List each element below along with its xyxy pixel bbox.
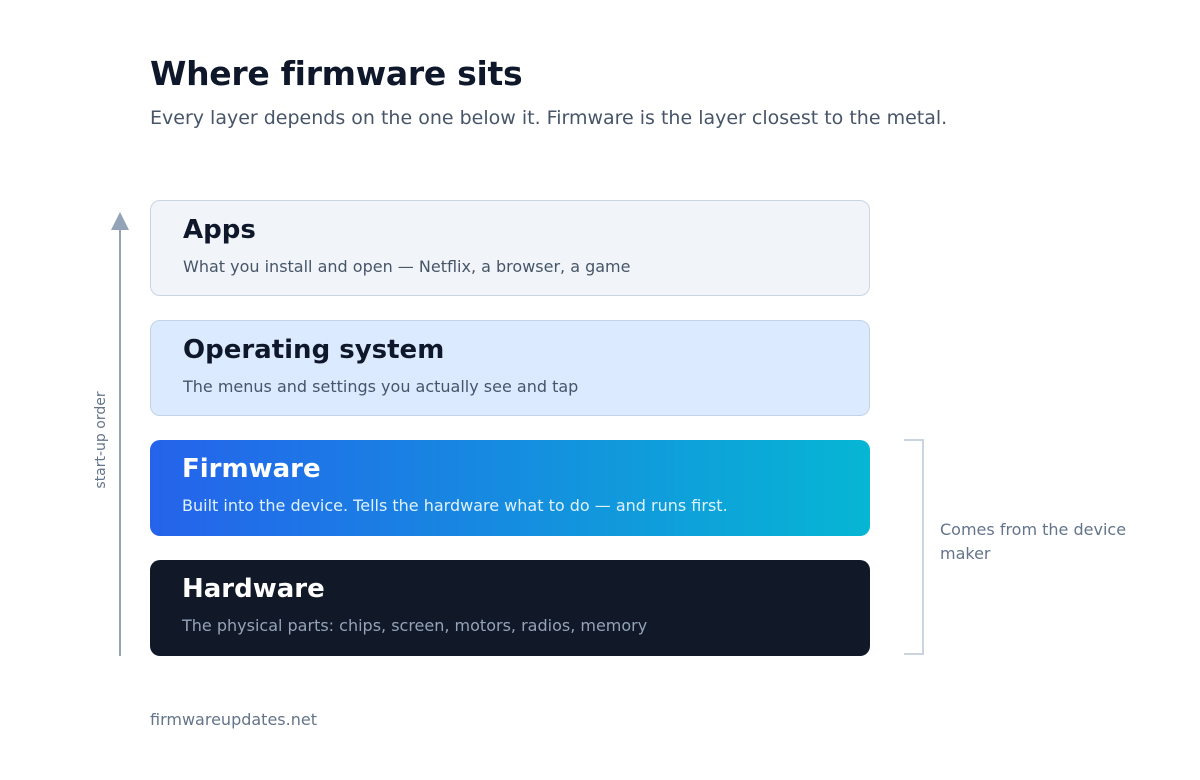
- source-footer: firmwareupdates.net: [150, 710, 317, 729]
- layer-apps: Apps What you install and open — Netflix…: [150, 200, 870, 296]
- bracket-note: Comes from the device maker: [940, 520, 1127, 563]
- layer-description: The physical parts: chips, screen, motor…: [182, 616, 648, 635]
- layer-name: Operating system: [183, 335, 445, 365]
- page-title: Where firmware sits: [150, 54, 523, 93]
- layer-firmware: Firmware Built into the device. Tells th…: [150, 440, 870, 536]
- layer-name: Apps: [183, 215, 256, 245]
- device-maker-bracket: [904, 439, 924, 655]
- page-subtitle: Every layer depends on the one below it.…: [150, 107, 948, 129]
- layer-name: Hardware: [182, 574, 325, 604]
- layer-operating-system: Operating system The menus and settings …: [150, 320, 870, 416]
- layer-description: What you install and open — Netflix, a b…: [183, 257, 631, 276]
- layer-description: Built into the device. Tells the hardwar…: [182, 496, 728, 515]
- layer-hardware: Hardware The physical parts: chips, scre…: [150, 560, 870, 656]
- layer-name: Firmware: [182, 454, 321, 484]
- axis-label: start-up order: [93, 391, 109, 489]
- layer-description: The menus and settings you actually see …: [183, 377, 579, 396]
